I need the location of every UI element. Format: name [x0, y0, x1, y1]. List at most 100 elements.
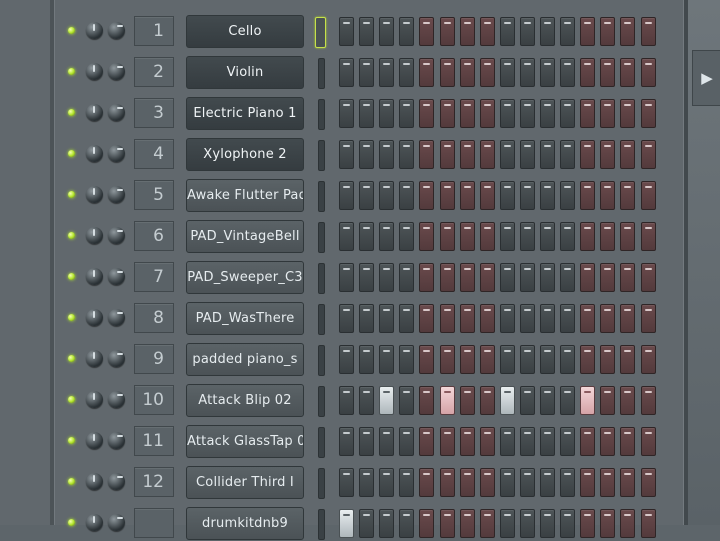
- step-button[interactable]: [560, 345, 575, 374]
- step-button[interactable]: [560, 99, 575, 128]
- step-button[interactable]: [540, 17, 555, 46]
- step-button[interactable]: [419, 17, 434, 46]
- step-button[interactable]: [540, 99, 555, 128]
- step-button[interactable]: [500, 386, 515, 415]
- channel-mute-led[interactable]: [68, 27, 75, 34]
- step-button[interactable]: [560, 58, 575, 87]
- step-button[interactable]: [399, 181, 414, 210]
- channel-pan-knob[interactable]: [108, 350, 125, 367]
- step-button[interactable]: [359, 17, 374, 46]
- step-button[interactable]: [359, 140, 374, 169]
- channel-name-button[interactable]: drumkitdnb9: [186, 507, 304, 540]
- step-button[interactable]: [379, 17, 394, 46]
- channel-select-indicator[interactable]: [318, 386, 325, 417]
- step-button[interactable]: [620, 99, 635, 128]
- step-button[interactable]: [419, 140, 434, 169]
- step-button[interactable]: [339, 263, 354, 292]
- step-button[interactable]: [600, 509, 615, 538]
- step-button[interactable]: [460, 17, 475, 46]
- step-button[interactable]: [460, 345, 475, 374]
- step-button[interactable]: [379, 263, 394, 292]
- step-button[interactable]: [500, 304, 515, 333]
- step-button[interactable]: [620, 17, 635, 46]
- step-button[interactable]: [560, 17, 575, 46]
- step-button[interactable]: [540, 58, 555, 87]
- step-button[interactable]: [600, 99, 615, 128]
- step-button[interactable]: [560, 222, 575, 251]
- channel-name-button[interactable]: Collider Third I: [186, 466, 304, 499]
- step-button[interactable]: [500, 509, 515, 538]
- step-button[interactable]: [399, 58, 414, 87]
- mixer-track-number[interactable]: 12: [134, 467, 174, 497]
- step-button[interactable]: [440, 99, 455, 128]
- step-button[interactable]: [620, 181, 635, 210]
- step-button[interactable]: [419, 386, 434, 415]
- step-button[interactable]: [520, 99, 535, 128]
- channel-volume-knob[interactable]: [86, 391, 103, 408]
- step-button[interactable]: [440, 222, 455, 251]
- step-button[interactable]: [359, 58, 374, 87]
- channel-pan-knob[interactable]: [108, 473, 125, 490]
- step-button[interactable]: [560, 386, 575, 415]
- step-button[interactable]: [620, 509, 635, 538]
- step-button[interactable]: [600, 181, 615, 210]
- step-button[interactable]: [359, 263, 374, 292]
- step-button[interactable]: [641, 386, 656, 415]
- step-button[interactable]: [379, 140, 394, 169]
- step-button[interactable]: [440, 263, 455, 292]
- step-button[interactable]: [580, 509, 595, 538]
- channel-volume-knob[interactable]: [86, 350, 103, 367]
- channel-mute-led[interactable]: [68, 232, 75, 239]
- step-button[interactable]: [339, 222, 354, 251]
- channel-name-button[interactable]: padded piano_s: [186, 343, 304, 376]
- step-button[interactable]: [440, 345, 455, 374]
- step-button[interactable]: [540, 222, 555, 251]
- channel-name-button[interactable]: Violin: [186, 56, 304, 89]
- step-button[interactable]: [520, 17, 535, 46]
- step-button[interactable]: [540, 345, 555, 374]
- mixer-track-number[interactable]: 2: [134, 57, 174, 87]
- step-button[interactable]: [580, 386, 595, 415]
- step-button[interactable]: [520, 345, 535, 374]
- mixer-track-number[interactable]: [134, 508, 174, 538]
- step-button[interactable]: [540, 427, 555, 456]
- step-button[interactable]: [359, 99, 374, 128]
- step-button[interactable]: [359, 468, 374, 497]
- mixer-track-number[interactable]: 1: [134, 16, 174, 46]
- step-button[interactable]: [560, 263, 575, 292]
- step-button[interactable]: [520, 58, 535, 87]
- step-button[interactable]: [560, 181, 575, 210]
- mixer-track-number[interactable]: 4: [134, 139, 174, 169]
- step-button[interactable]: [500, 181, 515, 210]
- step-button[interactable]: [399, 99, 414, 128]
- step-button[interactable]: [460, 58, 475, 87]
- channel-mute-led[interactable]: [68, 109, 75, 116]
- channel-pan-knob[interactable]: [108, 268, 125, 285]
- step-button[interactable]: [641, 58, 656, 87]
- step-button[interactable]: [620, 140, 635, 169]
- channel-name-button[interactable]: PAD_Sweeper_C3: [186, 261, 304, 294]
- step-button[interactable]: [540, 509, 555, 538]
- step-button[interactable]: [379, 509, 394, 538]
- step-button[interactable]: [419, 181, 434, 210]
- step-button[interactable]: [359, 386, 374, 415]
- mixer-track-number[interactable]: 7: [134, 262, 174, 292]
- channel-select-indicator[interactable]: [318, 140, 325, 171]
- step-button[interactable]: [500, 99, 515, 128]
- step-button[interactable]: [440, 427, 455, 456]
- mixer-track-number[interactable]: 5: [134, 180, 174, 210]
- channel-volume-knob[interactable]: [86, 514, 103, 531]
- step-button[interactable]: [500, 345, 515, 374]
- step-button[interactable]: [540, 181, 555, 210]
- step-button[interactable]: [600, 140, 615, 169]
- step-button[interactable]: [641, 468, 656, 497]
- step-button[interactable]: [440, 181, 455, 210]
- step-button[interactable]: [460, 427, 475, 456]
- channel-select-indicator[interactable]: [318, 468, 325, 499]
- channel-pan-knob[interactable]: [108, 145, 125, 162]
- step-button[interactable]: [560, 427, 575, 456]
- step-button[interactable]: [641, 99, 656, 128]
- step-button[interactable]: [440, 58, 455, 87]
- channel-pan-knob[interactable]: [108, 227, 125, 244]
- step-button[interactable]: [440, 468, 455, 497]
